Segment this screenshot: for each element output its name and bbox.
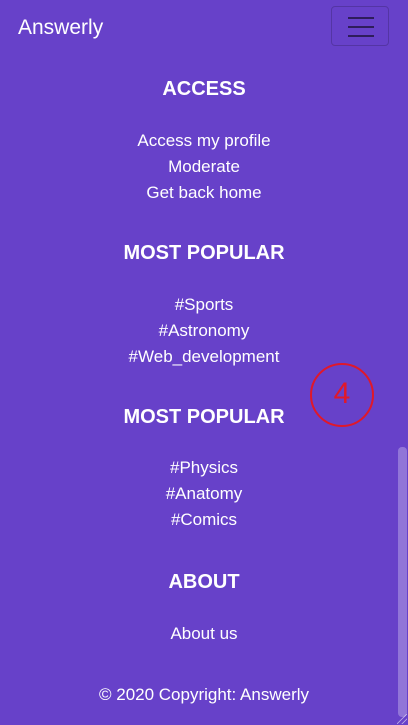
- access-links: Access my profile Moderate Get back home: [0, 128, 408, 206]
- navbar-toggler-button[interactable]: [331, 6, 389, 46]
- popular-tags-1: #Sports #Astronomy #Web_development: [0, 292, 408, 370]
- moderate-link[interactable]: Moderate: [168, 157, 240, 176]
- section-heading-about: ABOUT: [168, 571, 240, 593]
- about-links: About us: [0, 621, 408, 647]
- tag-link-astronomy[interactable]: #Astronomy: [159, 321, 250, 340]
- section-heading-access: ACCESS: [162, 78, 246, 100]
- tag-link-anatomy[interactable]: #Anatomy: [166, 484, 243, 503]
- brand-link[interactable]: Answerly: [18, 14, 103, 42]
- tag-link-comics[interactable]: #Comics: [171, 510, 237, 529]
- section-heading-most-popular-1: MOST POPULAR: [123, 242, 285, 264]
- section-access: ACCESS Access my profile Moderate Get ba…: [0, 76, 408, 206]
- resize-grip-icon[interactable]: [397, 714, 407, 724]
- tag-link-physics[interactable]: #Physics: [170, 458, 238, 477]
- scrollbar-thumb[interactable]: [398, 447, 407, 717]
- tag-link-sports[interactable]: #Sports: [175, 295, 234, 314]
- get-back-home-link[interactable]: Get back home: [146, 183, 261, 202]
- section-about: ABOUT About us: [0, 569, 408, 647]
- navbar: Answerly: [0, 0, 408, 56]
- access-my-profile-link[interactable]: Access my profile: [137, 131, 270, 150]
- popular-tags-2: #Physics #Anatomy #Comics: [0, 455, 408, 533]
- section-most-popular-1: MOST POPULAR #Sports #Astronomy #Web_dev…: [0, 240, 408, 370]
- step-number-annotation: 4: [310, 363, 374, 427]
- copyright-text: © 2020 Copyright: Answerly: [98, 685, 310, 704]
- about-us-link[interactable]: About us: [170, 624, 237, 643]
- tag-link-web-development[interactable]: #Web_development: [129, 347, 280, 366]
